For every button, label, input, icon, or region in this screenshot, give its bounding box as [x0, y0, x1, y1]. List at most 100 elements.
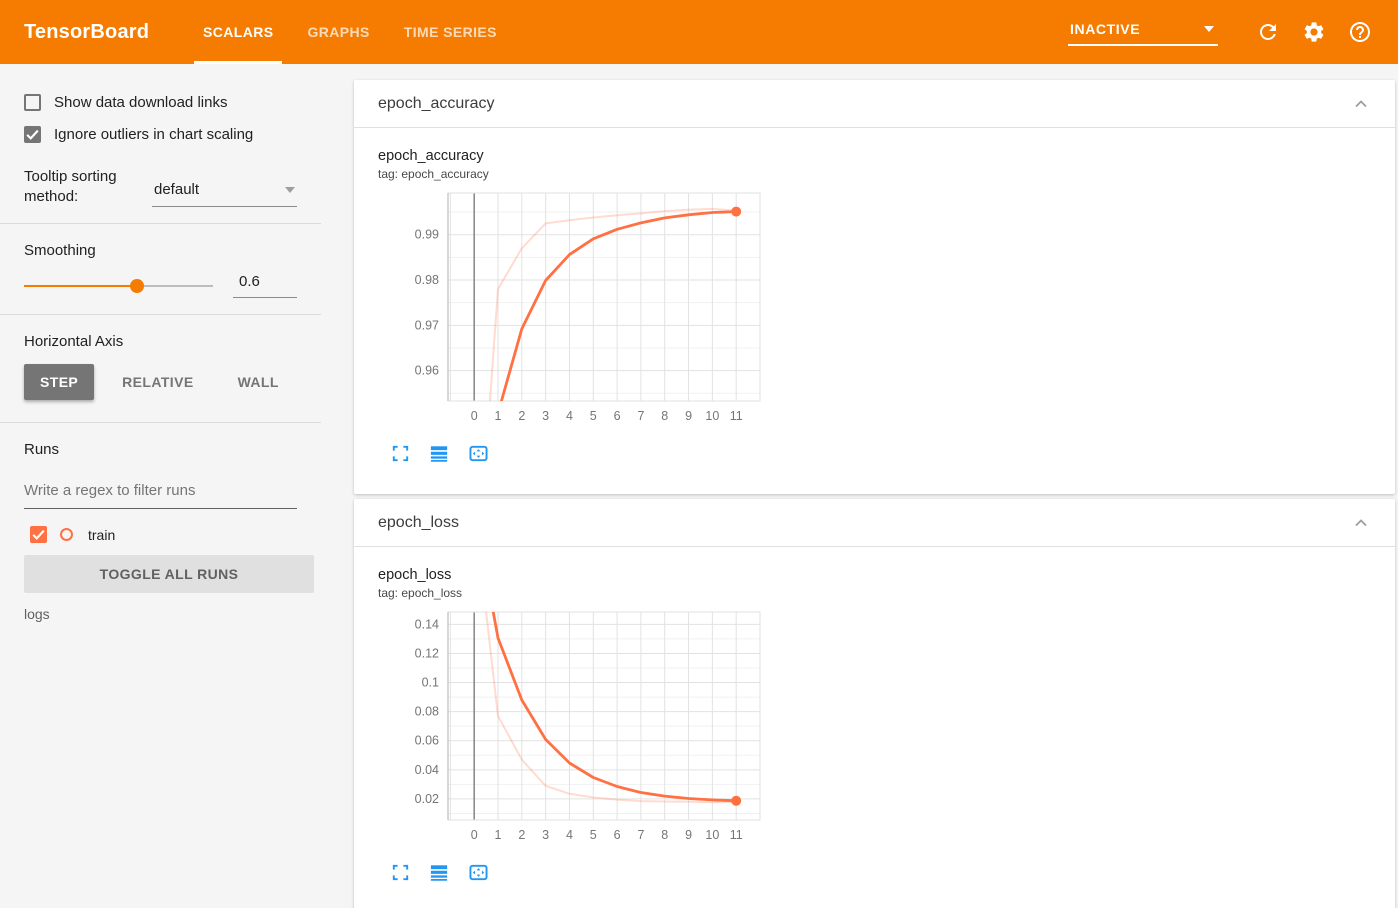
settings-button[interactable]	[1302, 20, 1326, 44]
reload-status-value: INACTIVE	[1070, 20, 1141, 37]
checkbox-checked-icon[interactable]	[24, 126, 41, 143]
show-download-links-row[interactable]: Show data download links	[24, 94, 297, 111]
svg-text:4: 4	[566, 828, 573, 842]
fit-domain-icon	[468, 445, 488, 462]
chart-toolbar	[388, 442, 1371, 466]
run-row-train[interactable]: train	[30, 526, 297, 543]
help-icon	[1350, 22, 1370, 42]
tooltip-sorting-value: default	[154, 181, 200, 198]
tag-group-body: epoch_loss tag: epoch_loss 0.02 0.04 0.06 0…	[354, 547, 1395, 908]
collapse-group-button[interactable]	[1349, 92, 1373, 116]
svg-text:0.96: 0.96	[415, 364, 439, 378]
log-directory: logs	[24, 606, 50, 622]
ignore-outliers-label: Ignore outliers in chart scaling	[54, 126, 254, 143]
fullscreen-button[interactable]	[388, 861, 412, 885]
tooltip-sorting-row: Tooltip sorting method: default	[24, 167, 297, 207]
divider	[0, 223, 321, 224]
fullscreen-icon	[392, 864, 408, 881]
log-scale-button[interactable]	[427, 861, 451, 885]
refresh-button[interactable]	[1256, 20, 1280, 44]
svg-text:10: 10	[705, 828, 719, 842]
svg-text:6: 6	[614, 409, 621, 423]
fit-domain-icon	[468, 864, 488, 881]
smoothing-slider[interactable]	[24, 278, 213, 294]
axis-step-button[interactable]: STEP	[24, 364, 95, 400]
chevron-up-icon	[1355, 99, 1367, 107]
smoothing-label: Smoothing	[24, 242, 96, 259]
tag-group-card-epoch-loss: epoch_loss epoch_loss tag: epoch_loss 0.…	[354, 499, 1395, 908]
svg-text:0.14: 0.14	[415, 617, 439, 631]
tag-group-title: epoch_loss	[378, 513, 459, 531]
sidebar: Show data download links Ignore outliers…	[0, 64, 321, 908]
fullscreen-button[interactable]	[388, 442, 412, 466]
log-scale-button[interactable]	[427, 442, 451, 466]
runs-filter-input[interactable]	[24, 478, 297, 509]
collapse-group-button[interactable]	[1349, 511, 1373, 535]
svg-text:11: 11	[730, 828, 743, 842]
scalar-chart-epoch-loss[interactable]: 0.02 0.04 0.06 0.08 0.1 0.12 0.14 0 1 2 3 4 5 6 7 8 9 10 1…	[378, 606, 1371, 855]
topbar: TensorBoard SCALARS GRAPHS TIME SERIES I…	[0, 0, 1398, 64]
fit-domain-button[interactable]	[466, 442, 490, 466]
svg-text:0: 0	[471, 409, 478, 423]
svg-text:9: 9	[685, 409, 692, 423]
ignore-outliers-row[interactable]: Ignore outliers in chart scaling	[24, 126, 297, 143]
tooltip-sorting-label: Tooltip sorting method:	[24, 168, 117, 205]
run-checkbox-checked-icon[interactable]	[30, 526, 47, 543]
smoothing-row: 0.6	[24, 273, 297, 298]
svg-text:2: 2	[518, 828, 525, 842]
svg-text:0.04: 0.04	[415, 763, 439, 777]
tag-group-title: epoch_accuracy	[378, 94, 495, 112]
scalar-chart-epoch-accuracy[interactable]: 0.96 0.97 0.98 0.99 0 1 2 3 4 5 6 7 8 9 10 11	[378, 187, 1371, 436]
svg-text:3: 3	[542, 828, 549, 842]
axis-relative-button[interactable]: RELATIVE	[106, 364, 209, 400]
run-color-swatch-icon[interactable]	[60, 528, 73, 541]
tab-time-series[interactable]: TIME SERIES	[387, 0, 514, 64]
svg-text:0: 0	[471, 828, 478, 842]
gear-icon	[1304, 22, 1324, 42]
horizontal-axis-label: Horizontal Axis	[24, 333, 124, 350]
chart-tag: tag: epoch_accuracy	[378, 167, 489, 181]
toggle-all-runs-button[interactable]: TOGGLE ALL RUNS	[24, 555, 314, 593]
svg-text:8: 8	[661, 409, 668, 423]
tab-scalars[interactable]: SCALARS	[186, 0, 290, 64]
tooltip-sorting-select[interactable]: default	[152, 175, 297, 207]
svg-text:0.08: 0.08	[415, 705, 439, 719]
axis-wall-button[interactable]: WALL	[222, 364, 295, 400]
horizontal-axis-toggle: STEP RELATIVE WALL	[24, 364, 297, 400]
svg-text:0.06: 0.06	[415, 734, 439, 748]
svg-text:5: 5	[590, 828, 597, 842]
tab-graphs[interactable]: GRAPHS	[290, 0, 386, 64]
svg-text:8: 8	[661, 828, 668, 842]
svg-text:0.02: 0.02	[415, 792, 439, 806]
svg-text:5: 5	[590, 409, 597, 423]
caret-down-icon	[285, 186, 295, 193]
svg-text:0.99: 0.99	[415, 228, 439, 242]
run-name: train	[88, 526, 116, 543]
tag-group-body: epoch_accuracy tag: epoch_accuracy 0.96 0…	[354, 128, 1395, 494]
svg-text:0.1: 0.1	[422, 676, 439, 690]
fullscreen-icon	[392, 445, 408, 462]
svg-text:3: 3	[542, 409, 549, 423]
reload-status-dropdown[interactable]: INACTIVE	[1068, 19, 1218, 46]
slider-track[interactable]	[24, 284, 213, 287]
tag-group-header[interactable]: epoch_loss	[354, 499, 1395, 547]
app-title: TensorBoard	[24, 20, 150, 43]
chart-tag: tag: epoch_loss	[378, 586, 463, 600]
dashboard-main: epoch_accuracy epoch_accuracy tag: epoch…	[321, 64, 1398, 908]
checkbox-unchecked-icon[interactable]	[24, 94, 41, 111]
tag-group-card-epoch-accuracy: epoch_accuracy epoch_accuracy tag: epoch…	[354, 80, 1395, 494]
svg-text:1: 1	[495, 409, 502, 423]
help-button[interactable]	[1348, 20, 1372, 44]
log-scale-icon	[430, 446, 447, 462]
smoothing-thumb[interactable]	[130, 278, 145, 293]
svg-text:0.12: 0.12	[415, 646, 439, 660]
smoothing-value[interactable]: 0.6	[233, 273, 297, 298]
svg-text:1: 1	[495, 828, 502, 842]
svg-text:7: 7	[637, 409, 644, 423]
show-download-links-label: Show data download links	[54, 94, 228, 111]
svg-text:11: 11	[730, 409, 743, 423]
chevron-up-icon	[1355, 518, 1367, 526]
fit-domain-button[interactable]	[466, 861, 490, 885]
log-scale-icon	[430, 865, 447, 881]
tag-group-header[interactable]: epoch_accuracy	[354, 80, 1395, 128]
